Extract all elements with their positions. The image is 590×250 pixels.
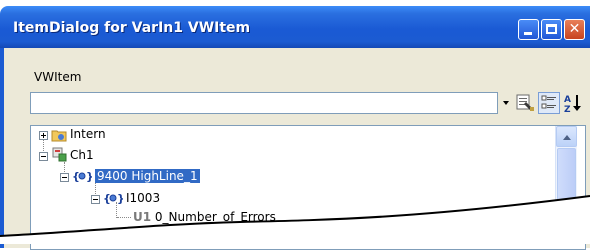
item-dialog-window: ItemDialog for VarIn1 VWItem ✕ VWItem A …: [0, 0, 590, 250]
torn-edge: [0, 195, 590, 244]
